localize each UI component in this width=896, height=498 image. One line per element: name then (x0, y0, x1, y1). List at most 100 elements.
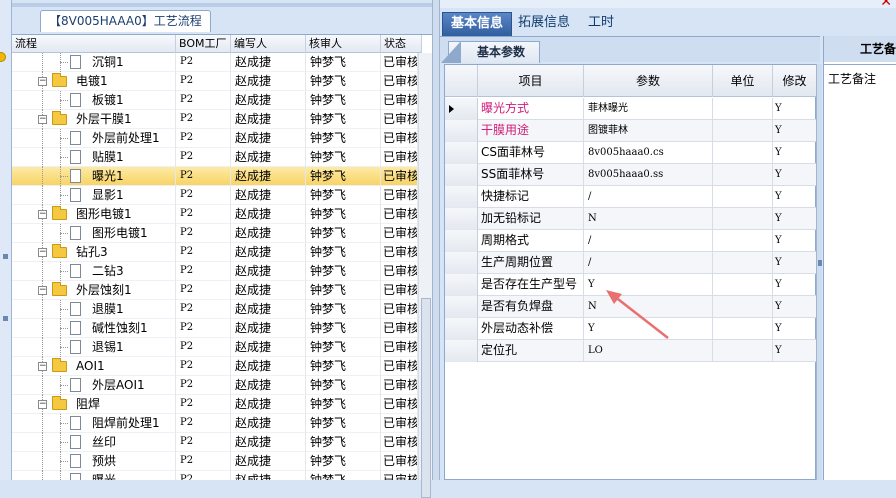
tree-node[interactable]: 预烘 (12, 452, 176, 471)
tree-scrollbar[interactable] (418, 53, 432, 498)
row-indicator[interactable] (445, 230, 478, 252)
tree-row[interactable]: − 阻焊 P2 赵成捷 钟梦飞 已审核 (12, 395, 418, 414)
grid-row[interactable]: 快捷标记 / Y (445, 186, 817, 208)
row-indicator[interactable] (445, 142, 478, 164)
grid-row[interactable]: 曝光方式 菲林曝光 Y (445, 98, 817, 120)
tree-row[interactable]: − 钻孔3 P2 赵成捷 钟梦飞 已审核 (12, 243, 418, 262)
panel-splitter[interactable] (432, 0, 440, 480)
tree-row[interactable]: − 外层蚀刻1 P2 赵成捷 钟梦飞 已审核 (12, 281, 418, 300)
tab-basic-params[interactable]: 基本参数 (440, 41, 541, 63)
param-cell[interactable]: Y (584, 318, 713, 340)
collapse-icon[interactable]: − (38, 362, 47, 371)
tab-process-remark[interactable]: 工艺备 (824, 36, 896, 62)
unit-cell[interactable] (713, 186, 773, 208)
unit-cell[interactable] (713, 230, 773, 252)
tree-row[interactable]: 显影1 P2 赵成捷 钟梦飞 已审核 (12, 186, 418, 205)
collapse-icon[interactable]: − (38, 115, 47, 124)
collapse-icon[interactable]: − (38, 286, 47, 295)
row-indicator[interactable] (445, 98, 478, 120)
tree-node[interactable]: 曝光 (12, 471, 176, 480)
splitter-grip-icon[interactable] (3, 316, 8, 321)
row-indicator[interactable] (445, 164, 478, 186)
unit-cell[interactable] (713, 98, 773, 120)
modify-cell[interactable]: Y (773, 274, 817, 296)
col-header-bom[interactable]: BOM工厂 (176, 35, 231, 53)
row-indicator[interactable] (445, 252, 478, 274)
tree-node[interactable]: − 电镀1 (12, 72, 176, 91)
tree-row[interactable]: 外层前处理1 P2 赵成捷 钟梦飞 已审核 (12, 129, 418, 148)
modify-cell[interactable]: Y (773, 252, 817, 274)
unit-cell[interactable] (713, 274, 773, 296)
close-icon[interactable]: ✕ (880, 0, 892, 10)
param-cell[interactable]: / (584, 252, 713, 274)
tree-row[interactable]: 预烘 P2 赵成捷 钟梦飞 已审核 (12, 452, 418, 471)
tree-row[interactable]: 丝印 P2 赵成捷 钟梦飞 已审核 (12, 433, 418, 452)
grid-row[interactable]: 加无铅标记 N Y (445, 208, 817, 230)
col-header-item[interactable]: 项目 (478, 65, 584, 97)
tab-work-hours[interactable]: 工时 (580, 12, 622, 36)
tree-row[interactable]: 阻焊前处理1 P2 赵成捷 钟梦飞 已审核 (12, 414, 418, 433)
tree-node[interactable]: 沉铜1 (12, 53, 176, 72)
param-cell[interactable]: LO (584, 340, 713, 362)
tree-node[interactable]: 显影1 (12, 186, 176, 205)
tree-node[interactable]: 退锡1 (12, 338, 176, 357)
tree-node[interactable]: 曝光1 (12, 167, 176, 186)
modify-cell[interactable]: Y (773, 186, 817, 208)
modify-cell[interactable]: Y (773, 142, 817, 164)
tree-row[interactable]: 图形电镀1 P2 赵成捷 钟梦飞 已审核 (12, 224, 418, 243)
grid-row[interactable]: 周期格式 / Y (445, 230, 817, 252)
modify-cell[interactable]: Y (773, 230, 817, 252)
modify-cell[interactable]: Y (773, 120, 817, 142)
unit-cell[interactable] (713, 340, 773, 362)
param-cell[interactable]: 8v005haaa0.ss (584, 164, 713, 186)
tree-node[interactable]: − 外层蚀刻1 (12, 281, 176, 300)
tree-node[interactable]: 退膜1 (12, 300, 176, 319)
tree-row[interactable]: 外层AOI1 P2 赵成捷 钟梦飞 已审核 (12, 376, 418, 395)
splitter-grip-icon[interactable] (818, 260, 822, 266)
modify-cell[interactable]: Y (773, 208, 817, 230)
unit-cell[interactable] (713, 296, 773, 318)
collapse-icon[interactable]: − (38, 248, 47, 257)
grid-row[interactable]: 定位孔 LO Y (445, 340, 817, 362)
grid-row[interactable]: CS面菲林号 8v005haaa0.cs Y (445, 142, 817, 164)
tree-node[interactable]: − 阻焊 (12, 395, 176, 414)
param-cell[interactable]: N (584, 296, 713, 318)
tree-row[interactable]: 二钻3 P2 赵成捷 钟梦飞 已审核 (12, 262, 418, 281)
unit-cell[interactable] (713, 164, 773, 186)
row-indicator[interactable] (445, 340, 478, 362)
tab-basic-info[interactable]: 基本信息 (442, 12, 513, 36)
col-header-status[interactable]: 状态 (381, 35, 422, 53)
splitter-grip-icon[interactable] (3, 254, 8, 259)
collapse-icon[interactable]: − (38, 210, 47, 219)
row-indicator[interactable] (445, 274, 478, 296)
unit-cell[interactable] (713, 208, 773, 230)
tree-node[interactable]: − 图形电镀1 (12, 205, 176, 224)
tree-node[interactable]: 二钻3 (12, 262, 176, 281)
col-header-flow[interactable]: 流程 (12, 35, 176, 53)
param-cell[interactable]: / (584, 186, 713, 208)
param-cell[interactable]: / (584, 230, 713, 252)
tree-row[interactable]: 曝光 P2 赵成捷 钟梦飞 已审核 (12, 471, 418, 480)
col-header-writer[interactable]: 编写人 (231, 35, 306, 53)
tree-row[interactable]: 曝光1 P2 赵成捷 钟梦飞 已审核 (12, 167, 418, 186)
tree-node[interactable]: − 外层干膜1 (12, 110, 176, 129)
tree-node[interactable]: 阻焊前处理1 (12, 414, 176, 433)
col-header-modify[interactable]: 修改 (773, 65, 817, 97)
unit-cell[interactable] (713, 120, 773, 142)
tree-node[interactable]: 碱性蚀刻1 (12, 319, 176, 338)
modify-cell[interactable]: Y (773, 98, 817, 120)
tree-node[interactable]: 丝印 (12, 433, 176, 452)
col-header-unit[interactable]: 单位 (713, 65, 773, 97)
tree-node[interactable]: 板镀1 (12, 91, 176, 110)
tab-extended-info[interactable]: 拓展信息 (510, 12, 578, 36)
grid-row[interactable]: SS面菲林号 8v005haaa0.ss Y (445, 164, 817, 186)
grid-row[interactable]: 是否有负焊盘 N Y (445, 296, 817, 318)
col-header-param[interactable]: 参数 (584, 65, 713, 97)
tree-row[interactable]: 退膜1 P2 赵成捷 钟梦飞 已审核 (12, 300, 418, 319)
modify-cell[interactable]: Y (773, 318, 817, 340)
tree-row[interactable]: − 电镀1 P2 赵成捷 钟梦飞 已审核 (12, 72, 418, 91)
tree-node[interactable]: − AOI1 (12, 357, 176, 376)
tree-row[interactable]: − 外层干膜1 P2 赵成捷 钟梦飞 已审核 (12, 110, 418, 129)
unit-cell[interactable] (713, 142, 773, 164)
collapse-icon[interactable]: − (38, 400, 47, 409)
